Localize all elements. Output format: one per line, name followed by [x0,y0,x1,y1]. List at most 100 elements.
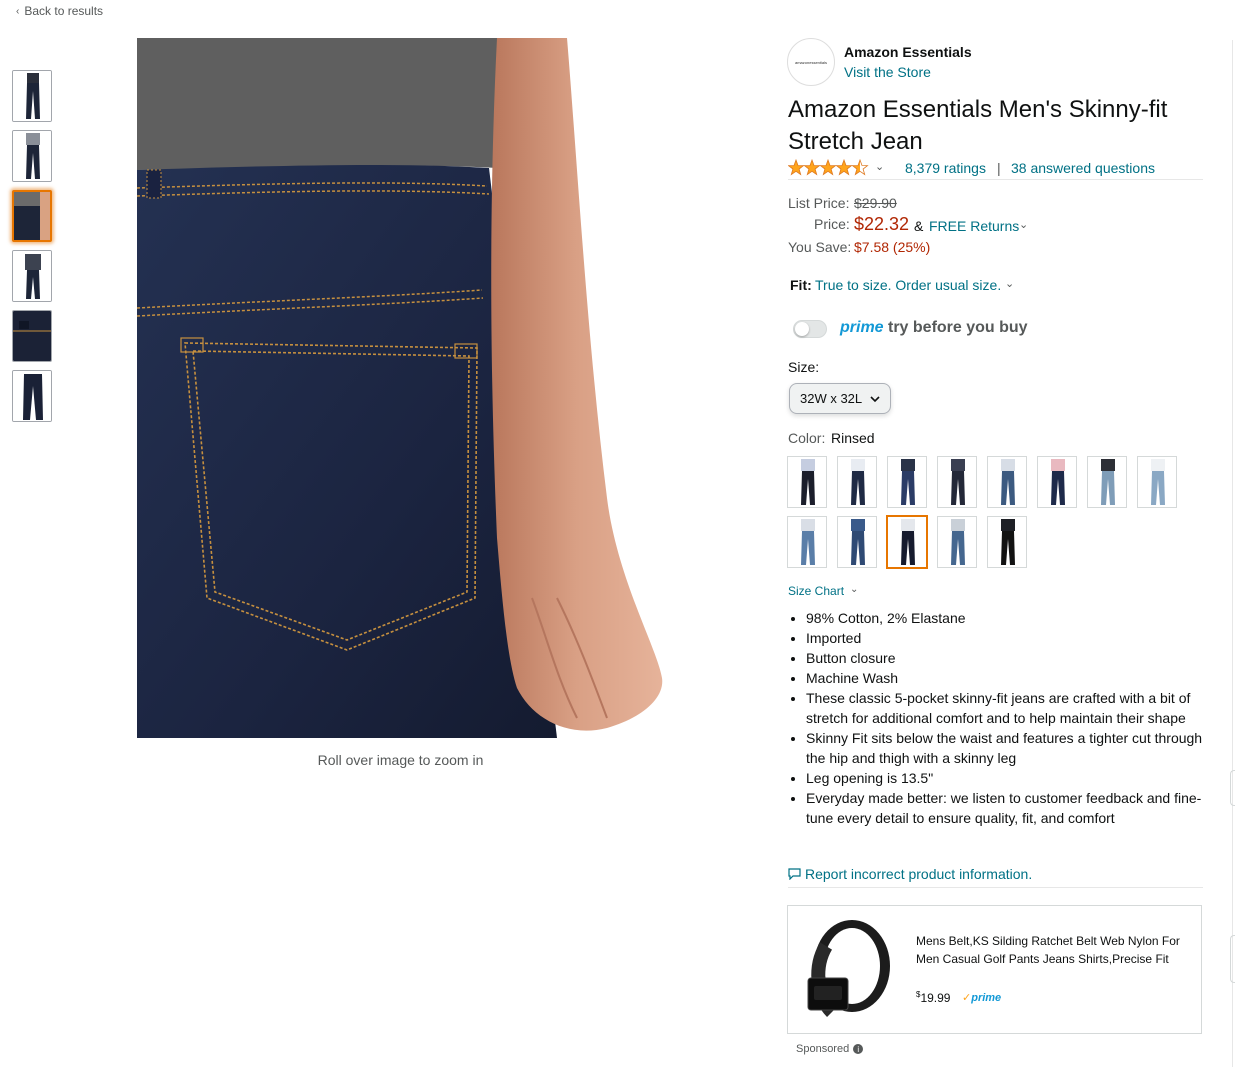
color-swatch[interactable] [787,516,827,568]
ad-price-value: 19.99 [920,991,951,1005]
color-swatch[interactable] [887,456,927,508]
bullet-item: 98% Cotton, 2% Elastane [806,608,1204,628]
chevron-down-icon[interactable]: ⌄ [875,160,884,173]
divider [788,179,1203,180]
swatch-image [1138,457,1176,507]
thumbnail-image [13,371,51,421]
swatch-image [1088,457,1126,507]
you-save-label: You Save: [788,239,852,255]
brand-name: Amazon Essentials [844,44,972,60]
stars-icon [788,159,868,175]
price-label: Price: [814,216,850,232]
chevron-down-icon [870,395,880,402]
buy-box-edge [1230,770,1235,806]
thumbnail-3[interactable] [12,190,52,242]
right-column-border [1232,40,1233,1067]
color-swatch[interactable] [987,456,1027,508]
belt-product-image [807,920,890,1017]
thumbnail-image [13,311,51,361]
size-chart-link[interactable]: Size Chart [788,584,844,598]
color-swatch[interactable] [837,456,877,508]
swatch-image [988,517,1026,567]
thumbnail-2[interactable] [12,130,52,182]
color-swatch[interactable] [937,456,977,508]
color-swatch[interactable] [1087,456,1127,508]
star-rating[interactable] [788,158,870,176]
size-selected-value: 32W x 32L [800,391,863,406]
chevron-down-icon[interactable]: ⌄ [1019,218,1028,231]
toggle-knob [795,322,809,336]
store-logo-text: amazonessentials [794,59,828,65]
answered-questions-link[interactable]: 38 answered questions [1011,160,1155,176]
jeans-back-pocket-image [137,38,664,738]
color-swatch[interactable] [1037,456,1077,508]
bullet-item: These classic 5-pocket skinny-fit jeans … [806,688,1204,728]
info-icon[interactable]: i [853,1044,864,1054]
zoom-hint: Roll over image to zoom in [317,752,484,768]
free-returns-link[interactable]: FREE Returns [929,218,1019,234]
size-dropdown[interactable]: 32W x 32L [789,383,891,414]
back-to-results-link[interactable]: ‹ Back to results [16,4,103,18]
store-logo[interactable]: amazonessentials [787,38,835,86]
swatch-image [938,457,976,507]
you-save-value: $7.58 (25%) [854,239,931,255]
report-incorrect-info-link[interactable]: Report incorrect product information. [788,866,1032,882]
color-swatch[interactable] [787,456,827,508]
chevron-down-icon[interactable]: ⌄ [850,584,858,595]
thumbnail-5[interactable] [12,310,52,362]
ad-product-title[interactable]: Mens Belt,KS Silding Ratchet Belt Web Ny… [916,932,1186,968]
ad-prime-badge: ✓prime [962,991,1001,1004]
buy-box-edge [1230,935,1235,983]
ampersand: & [914,218,924,234]
size-label: Size: [788,359,820,375]
swatch-image [1038,457,1076,507]
bullet-item: Leg opening is 13.5" [806,768,1204,788]
swatch-image [788,517,826,567]
color-swatch[interactable] [837,516,877,568]
swatch-image [788,457,826,507]
swatch-image [838,517,876,567]
report-label: Report incorrect product information. [805,866,1033,882]
separator: | [997,160,1001,176]
chevron-down-icon[interactable]: ⌄ [1005,277,1014,290]
swatch-image [838,457,876,507]
bullet-item: Everyday made better: we listen to custo… [806,788,1204,828]
sponsored-label[interactable]: Sponsored i [796,1043,864,1055]
bullet-item: Skinny Fit sits below the waist and feat… [806,728,1204,768]
fit-label: Fit: [790,277,812,293]
color-swatch[interactable] [1137,456,1177,508]
feature-bullets: 98% Cotton, 2% Elastane Imported Button … [788,608,1204,828]
prime-logo: prime [840,319,884,336]
swatch-image [888,517,926,567]
thumbnail-1[interactable] [12,70,52,122]
try-before-you-buy-toggle[interactable] [793,320,827,338]
comment-icon [788,868,801,880]
try-before-you-buy-label: try before you buy [888,319,1028,336]
color-label: Color: [788,430,826,446]
prime-check-icon: ✓ [962,992,972,1004]
swatch-image [988,457,1026,507]
color-swatch[interactable] [987,516,1027,568]
bullet-item: Button closure [806,648,1204,668]
thumbnail-6[interactable] [12,370,52,422]
list-price-value: $29.90 [854,195,897,211]
product-title: Amazon Essentials Men's Skinny-fit Stret… [788,96,1168,155]
thumbnail-image [13,71,51,121]
swatch-image [888,457,926,507]
sponsored-ad-card[interactable] [787,905,1202,1034]
color-swatch[interactable] [937,516,977,568]
ad-price: $19.99 [916,990,950,1005]
visit-store-link[interactable]: Visit the Store [844,64,931,80]
fit-value-link[interactable]: True to size. Order usual size. [815,277,1001,293]
thumbnail-4[interactable] [12,250,52,302]
thumbnail-image [13,251,51,301]
thumbnail-image [14,192,50,240]
thumbnail-image [13,131,51,181]
ratings-count-link[interactable]: 8,379 ratings [905,160,986,176]
ad-prime-label: prime [971,992,1002,1004]
swatch-image [938,517,976,567]
list-price-label: List Price: [788,195,850,211]
color-swatch[interactable] [887,516,927,568]
divider [788,887,1203,888]
main-product-image[interactable] [137,38,664,738]
